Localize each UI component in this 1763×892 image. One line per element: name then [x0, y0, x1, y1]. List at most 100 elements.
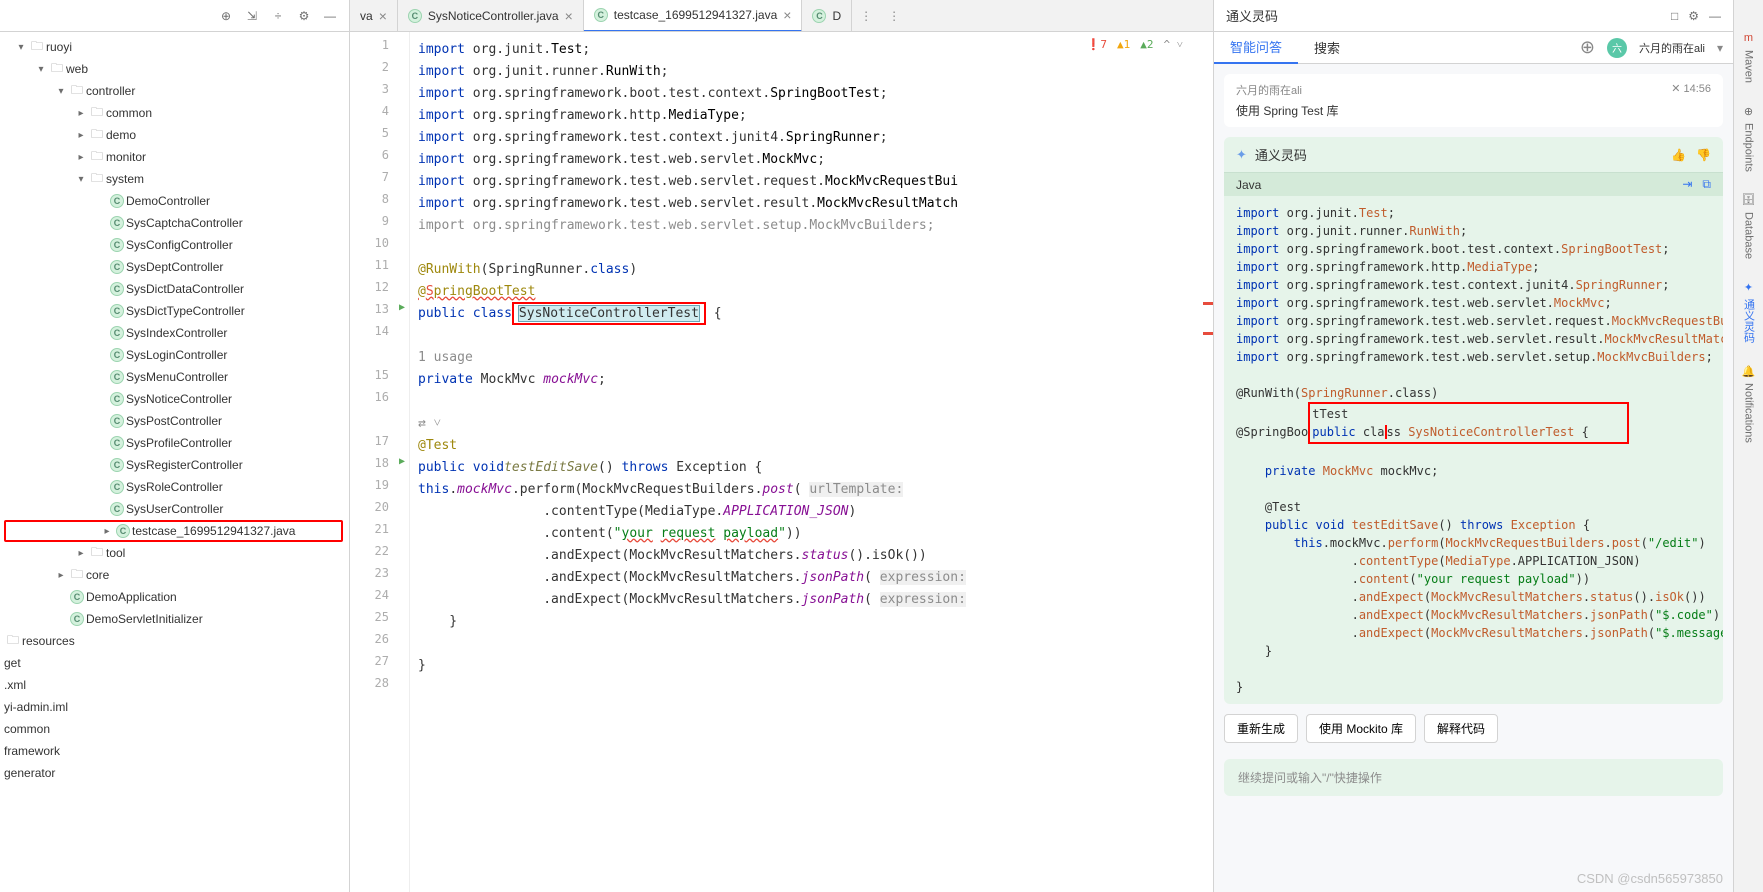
close-icon[interactable]: ×	[783, 7, 791, 23]
tree-class-servletinit[interactable]: CDemoServletInitializer	[0, 608, 349, 630]
tree-folder-tool[interactable]: ▸🗀tool	[0, 542, 349, 564]
tab-more-icon[interactable]: ⋮	[880, 9, 908, 23]
ai-chat-content[interactable]: 六月的雨在ali✕ 14:56 使用 Spring Test 库 ✦通义灵码 👍…	[1214, 64, 1733, 892]
avatar[interactable]: 六	[1607, 38, 1627, 58]
tree-class-item[interactable]: CSysConfigController	[0, 234, 349, 256]
tree-node-framework[interactable]: framework	[0, 740, 349, 762]
tab-va[interactable]: va ×	[350, 0, 398, 32]
user-message: 六月的雨在ali✕ 14:56 使用 Spring Test 库	[1224, 74, 1723, 127]
tab-sysnoticecontroller[interactable]: CSysNoticeController.java×	[398, 0, 584, 32]
tree-label: get	[4, 656, 21, 670]
tree-label: SysUserController	[126, 502, 223, 516]
expand-icon[interactable]: ⇲	[243, 7, 261, 25]
new-chat-icon[interactable]: ⊕	[1580, 37, 1595, 58]
tree-label: SysIndexController	[126, 326, 227, 340]
editor-area: va × CSysNoticeController.java× Ctestcase…	[350, 0, 1213, 892]
tree-class-item[interactable]: CSysProfileController	[0, 432, 349, 454]
usage-hint: 1 usage	[418, 350, 473, 365]
tree-class-item[interactable]: CSysDictTypeController	[0, 300, 349, 322]
tree-label: monitor	[106, 150, 146, 164]
tab-testcase[interactable]: Ctestcase_1699512941327.java×	[584, 0, 803, 32]
tree-class-item[interactable]: CSysNoticeController	[0, 388, 349, 410]
tree-file-testcase[interactable]: ▸Ctestcase_1699512941327.java	[4, 520, 343, 542]
tree-node-generator[interactable]: generator	[0, 762, 349, 784]
project-tree[interactable]: ▾🗀ruoyi ▾🗀web ▾🗀controller ▸🗀common ▸🗀de…	[0, 32, 349, 892]
tree-node-iml[interactable]: yi-admin.iml	[0, 696, 349, 718]
username: 六月的雨在ali	[1639, 40, 1705, 56]
tree-label: SysPostController	[126, 414, 222, 428]
tab-search[interactable]: 搜索	[1298, 32, 1356, 64]
tree-folder-web[interactable]: ▾🗀web	[0, 58, 349, 80]
minimize-icon[interactable]: —	[321, 7, 339, 25]
tree-folder-controller[interactable]: ▾🗀controller	[0, 80, 349, 102]
tree-class-item[interactable]: CSysCaptchaController	[0, 212, 349, 234]
close-icon[interactable]: ×	[379, 8, 387, 24]
tree-label: SysDictTypeController	[126, 304, 245, 318]
tree-label: SysDictDataController	[126, 282, 244, 296]
collapse-icon[interactable]: ÷	[269, 7, 287, 25]
use-mockito-button[interactable]: 使用 Mockito 库	[1306, 714, 1416, 743]
tab-label: D	[832, 9, 841, 23]
tree-class-item[interactable]: CDemoController	[0, 190, 349, 212]
toolstrip-database[interactable]: 🗄Database	[1741, 192, 1757, 259]
tree-class-demoapp[interactable]: CDemoApplication	[0, 586, 349, 608]
tab-d[interactable]: CD	[802, 0, 852, 32]
tree-label: web	[66, 62, 88, 76]
editor-body: 123 456 789 101112 13▶ 1415 1617 18▶ 192…	[350, 32, 1213, 892]
tree-class-item[interactable]: CSysDeptController	[0, 256, 349, 278]
tab-overflow-icon[interactable]: ⋮	[852, 9, 880, 23]
tree-folder-ruoyi[interactable]: ▾🗀ruoyi	[0, 36, 349, 58]
gear-icon[interactable]: ⚙	[295, 7, 313, 25]
tree-folder-common[interactable]: ▸🗀common	[0, 102, 349, 124]
chevron-down-icon[interactable]: ▾	[1717, 41, 1723, 55]
ai-assistant-panel: 通义灵码 □ ⚙ — 智能问答 搜索 ⊕ 六 六月的雨在ali ▾ 六月的雨在a…	[1213, 0, 1733, 892]
tree-folder-resources[interactable]: 🗀resources	[0, 630, 349, 652]
tree-folder-demo[interactable]: ▸🗀demo	[0, 124, 349, 146]
copy-icon[interactable]: ⧉	[1702, 177, 1711, 192]
tree-class-item[interactable]: CSysLoginController	[0, 344, 349, 366]
watermark: CSDN @csdn565973850	[1577, 871, 1723, 886]
tree-label: DemoApplication	[86, 590, 177, 604]
tree-label: framework	[4, 744, 60, 758]
run-gutter-icon[interactable]: ▶	[399, 456, 405, 467]
run-gutter-icon[interactable]: ▶	[399, 302, 405, 313]
thumbs-up-icon[interactable]: 👍	[1671, 148, 1686, 162]
tree-class-item[interactable]: CSysMenuController	[0, 366, 349, 388]
tree-node-get[interactable]: get	[0, 652, 349, 674]
thumbs-down-icon[interactable]: 👎	[1696, 148, 1711, 162]
tree-label: SysRoleController	[126, 480, 223, 494]
tree-folder-core[interactable]: ▸🗀core	[0, 564, 349, 586]
toolstrip-tongyi[interactable]: ✦通义灵码	[1741, 279, 1757, 343]
ai-panel-title: 通义灵码	[1226, 6, 1278, 25]
minimize-icon[interactable]: —	[1709, 9, 1721, 23]
ai-panel-header: 通义灵码 □ ⚙ —	[1214, 0, 1733, 32]
regenerate-button[interactable]: 重新生成	[1224, 714, 1298, 743]
expand-icon[interactable]: □	[1671, 9, 1678, 23]
inspection-indicators[interactable]: ❗7 ▲1 ▲2 ^ ˅	[1087, 38, 1183, 51]
locate-icon[interactable]: ⊕	[217, 7, 235, 25]
tree-node-xml[interactable]: .xml	[0, 674, 349, 696]
toolstrip-endpoints[interactable]: ⊕Endpoints	[1741, 103, 1757, 172]
tree-class-item[interactable]: CSysPostController	[0, 410, 349, 432]
tree-class-item[interactable]: CSysRoleController	[0, 476, 349, 498]
toolstrip-notifications[interactable]: 🔔Notifications	[1741, 363, 1757, 443]
toolstrip-maven[interactable]: mMaven	[1741, 30, 1757, 83]
tree-class-item[interactable]: CSysUserController	[0, 498, 349, 520]
code-block[interactable]: import org.junit.Test; import org.junit.…	[1224, 196, 1723, 704]
tree-label: SysRegisterController	[126, 458, 243, 472]
explain-code-button[interactable]: 解释代码	[1424, 714, 1498, 743]
chat-input[interactable]: 继续提问或输入"/"快捷操作	[1224, 759, 1723, 796]
insert-icon[interactable]: ⇥	[1682, 177, 1692, 192]
tree-class-item[interactable]: CSysRegisterController	[0, 454, 349, 476]
tree-folder-system[interactable]: ▾🗀system	[0, 168, 349, 190]
tree-folder-monitor[interactable]: ▸🗀monitor	[0, 146, 349, 168]
tree-class-item[interactable]: CSysIndexController	[0, 322, 349, 344]
tab-label: va	[360, 9, 373, 23]
code-editor[interactable]: ❗7 ▲1 ▲2 ^ ˅ import org.junit.Test; impo…	[410, 32, 1213, 892]
error-stripe[interactable]	[1201, 32, 1213, 892]
tree-class-item[interactable]: CSysDictDataController	[0, 278, 349, 300]
close-icon[interactable]: ×	[565, 8, 573, 24]
tab-qa[interactable]: 智能问答	[1214, 32, 1298, 64]
gear-icon[interactable]: ⚙	[1688, 9, 1699, 23]
tree-node-commonf[interactable]: common	[0, 718, 349, 740]
